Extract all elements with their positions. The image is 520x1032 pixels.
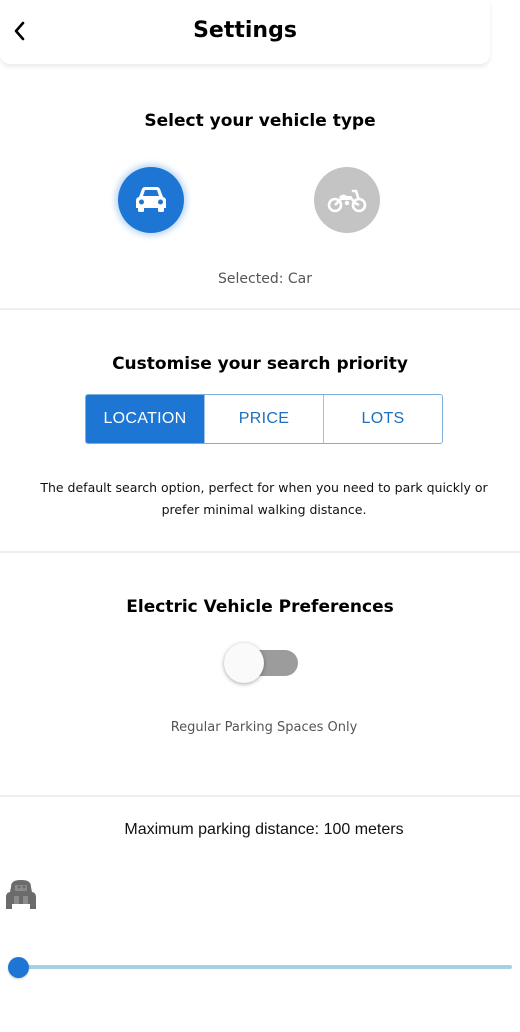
slider-thumb[interactable] [8, 957, 29, 978]
toggle-knob [224, 643, 264, 683]
page-title: Settings [193, 18, 297, 43]
vehicle-section-title: Select your vehicle type [144, 111, 376, 131]
priority-option-price[interactable]: PRICE [204, 395, 323, 443]
search-priority-selector: LOCATION PRICE LOTS [85, 394, 443, 444]
motorcycle-icon [327, 189, 367, 213]
ev-status-text: Regular Parking Spaces Only [170, 720, 358, 735]
section-divider [0, 551, 520, 553]
app-header: Settings [0, 0, 490, 64]
max-distance-label: Maximum parking distance: 100 meters [124, 821, 404, 838]
vehicle-car-button[interactable] [118, 167, 184, 233]
priority-option-lots[interactable]: LOTS [323, 395, 442, 443]
priority-description: The default search option, perfect for w… [40, 480, 488, 517]
slider-rail [18, 965, 512, 969]
vehicle-motorcycle-button[interactable] [314, 167, 380, 233]
selected-vehicle-text: Selected: Car [218, 271, 312, 287]
car-icon [136, 187, 166, 212]
section-divider [0, 795, 520, 797]
priority-section-title: Customise your search priority [112, 354, 408, 374]
priority-option-location[interactable]: LOCATION [86, 395, 204, 443]
walking-icon [6, 880, 36, 909]
section-divider [0, 308, 520, 310]
max-distance-slider[interactable] [8, 954, 512, 980]
ev-section-title: Electric Vehicle Preferences [126, 597, 394, 617]
ev-preference-toggle[interactable] [222, 642, 300, 686]
